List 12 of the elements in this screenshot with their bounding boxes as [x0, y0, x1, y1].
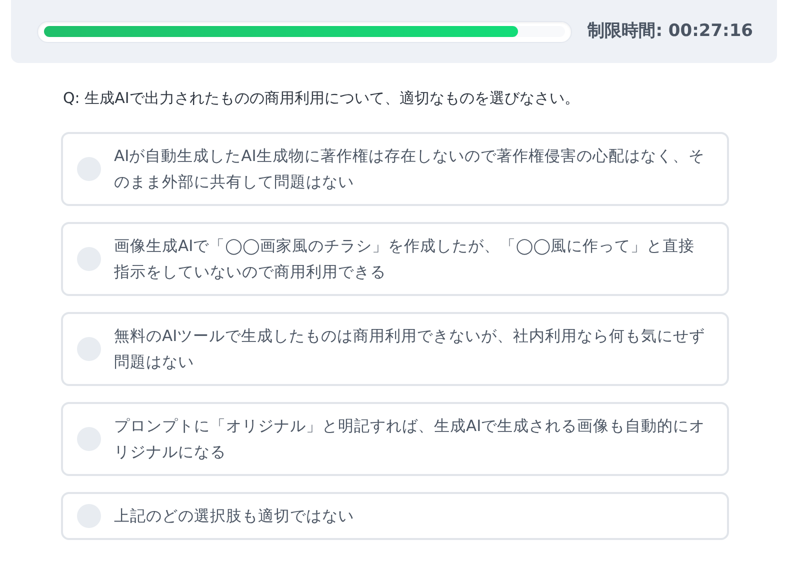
timer-text: 制限時間: 00:27:16 — [588, 20, 753, 43]
option-text: 無料のAIツールで生成したものは商用利用できないが、社内利用なら何も気にせず問題はない — [114, 326, 706, 372]
option-text: AIが自動生成したAI生成物に著作権は存在しないので著作権侵害の心配はなく、そのまま外部に共有して問題はない — [114, 146, 706, 192]
answer-option[interactable]: 画像生成AIで「◯◯画家風のチラシ」を作成したが、「◯◯風に作って」と直接指示をしていないので商用利用できる — [61, 222, 729, 296]
option-text: 上記のどの選択肢も適切ではない — [114, 506, 355, 526]
answer-option[interactable]: AIが自動生成したAI生成物に著作権は存在しないので著作権侵害の心配はなく、そのまま外部に共有して問題はない — [61, 132, 729, 206]
answer-option[interactable]: 上記のどの選択肢も適切ではない — [61, 492, 729, 540]
answer-option[interactable]: 無料のAIツールで生成したものは商用利用できないが、社内利用なら何も気にせず問題はない — [61, 312, 729, 386]
option-text: 画像生成AIで「◯◯画家風のチラシ」を作成したが、「◯◯風に作って」と直接指示をしていないので商用利用できる — [114, 236, 696, 282]
question-text: Q: 生成AIで出力されたものの商用利用について、適切なものを選びなさい。 — [63, 88, 580, 109]
answer-option[interactable]: プロンプトに「オリジナル」と明記すれば、生成AIで生成される画像も自動的にオリジナルになる — [61, 402, 729, 476]
option-text: プロンプトに「オリジナル」と明記すれば、生成AIで生成される画像も自動的にオリジナルになる — [114, 416, 706, 462]
